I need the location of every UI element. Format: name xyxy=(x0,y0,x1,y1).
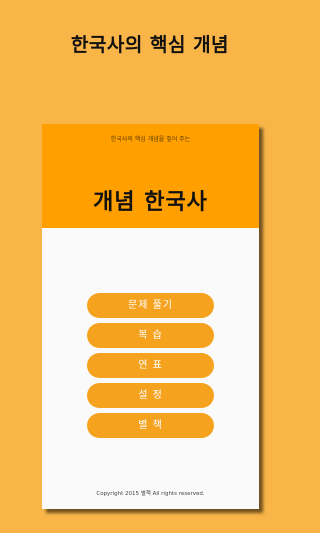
app-title: 개념 한국사 xyxy=(93,190,208,215)
app-screen: 한국사의 핵심 개념을 짚어 주는 개념 한국사 문제 풀기 복 습 연 표 설… xyxy=(42,124,259,509)
review-button[interactable]: 복 습 xyxy=(87,323,214,348)
promo-page: 한국사의 핵심 개념 한국사의 핵심 개념을 짚어 주는 개념 한국사 문제 풀… xyxy=(0,0,300,533)
settings-button[interactable]: 설 정 xyxy=(87,383,214,408)
supplement-button[interactable]: 별 책 xyxy=(87,413,214,438)
main-menu: 문제 풀기 복 습 연 표 설 정 별 책 xyxy=(87,293,214,443)
copyright-text: Copyright 2015 별책 All rights reserved. xyxy=(96,491,205,497)
solve-problems-button[interactable]: 문제 풀기 xyxy=(87,293,214,318)
timeline-button[interactable]: 연 표 xyxy=(87,353,214,378)
app-header: 한국사의 핵심 개념을 짚어 주는 개념 한국사 xyxy=(42,124,259,228)
app-tagline: 한국사의 핵심 개념을 짚어 주는 xyxy=(110,136,191,143)
promo-headline: 한국사의 핵심 개념 xyxy=(70,34,230,56)
